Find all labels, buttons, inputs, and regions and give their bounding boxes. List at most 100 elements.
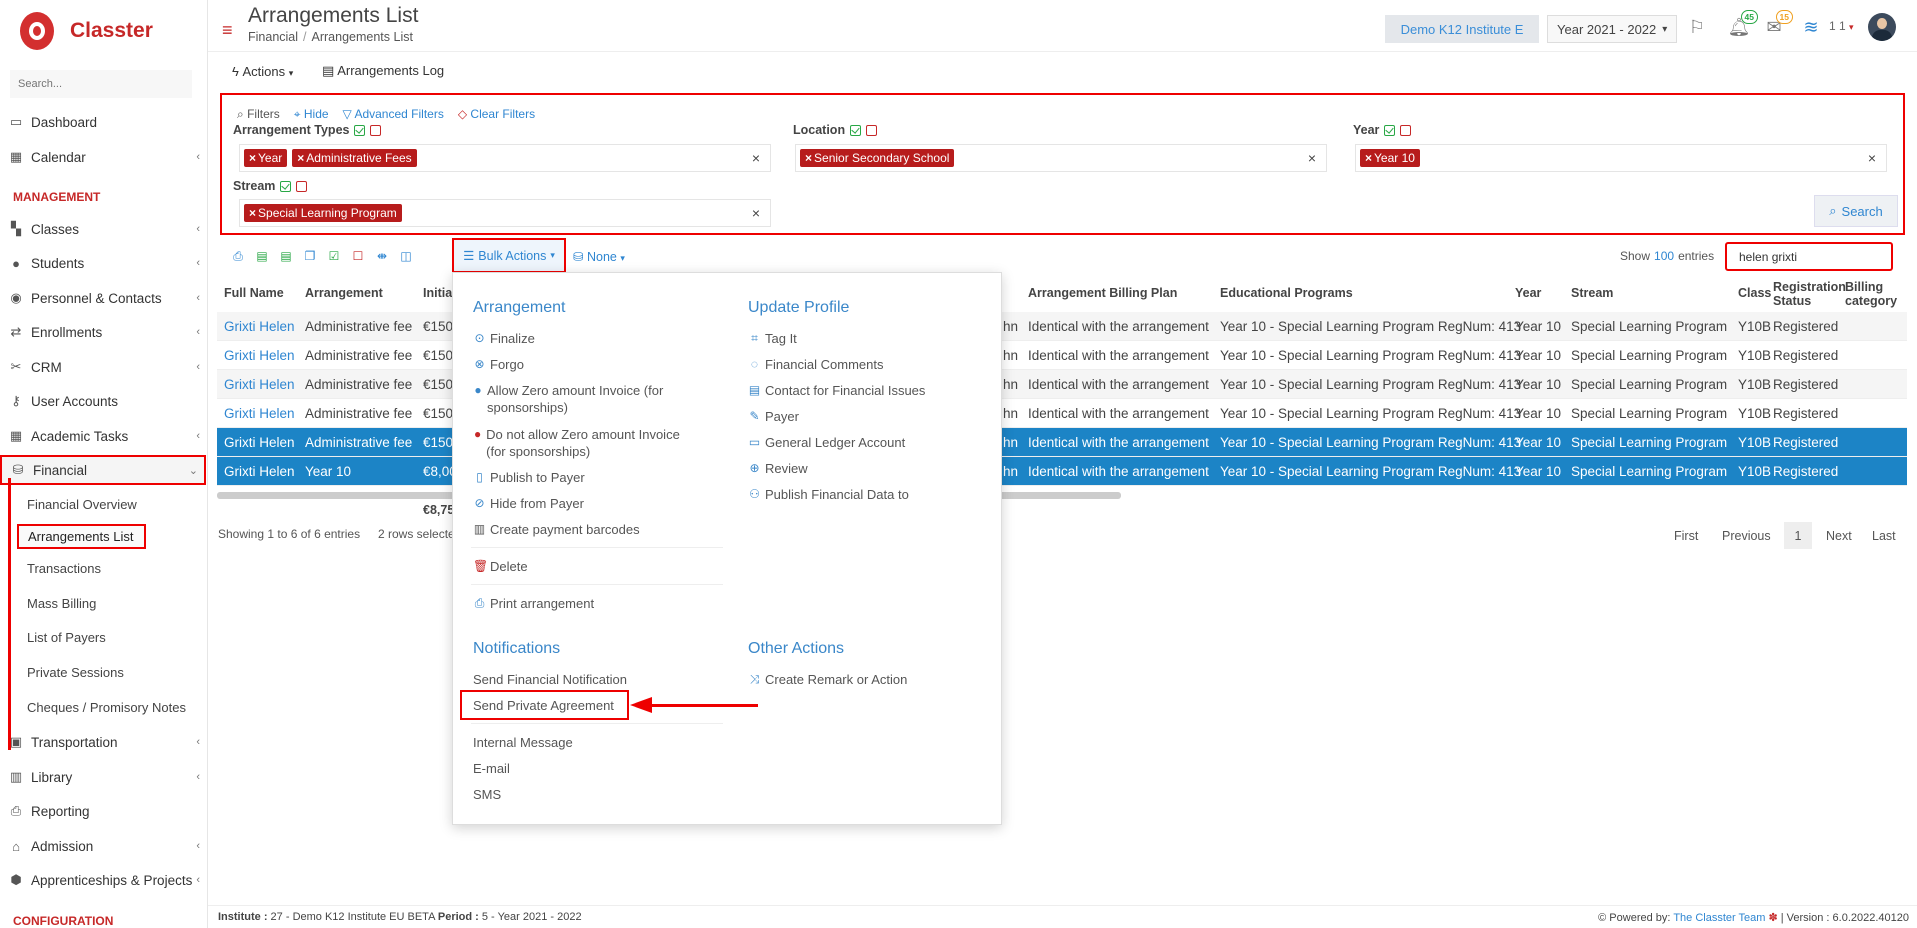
- sidebar-item-reporting[interactable]: ⎙ Reporting: [0, 796, 206, 826]
- dd-disallow-zero-invoice[interactable]: ● Do not allow Zero amount Invoice (for s…: [473, 426, 698, 460]
- col-billing-category[interactable]: Billing category: [1845, 280, 1897, 308]
- sidebar-item-apprenticeships[interactable]: ⬢ Apprenticeships & Projects ‹: [0, 865, 206, 895]
- hamburger-menu-icon[interactable]: ≡: [222, 20, 233, 41]
- flag-icon[interactable]: ⚐: [1686, 16, 1708, 38]
- entries-count-select[interactable]: 100: [1654, 249, 1674, 263]
- select-all-checkbox-icon[interactable]: [1384, 124, 1396, 136]
- hide-filters-button[interactable]: ⌖ Hide: [294, 107, 329, 122]
- cell-name[interactable]: Grixti Helen: [224, 319, 295, 334]
- cell-name[interactable]: Grixti Helen: [224, 464, 295, 479]
- pager-next[interactable]: Next: [1826, 529, 1852, 543]
- clear-icon[interactable]: ×: [1308, 150, 1316, 166]
- table-search-input[interactable]: helen grixti: [1725, 242, 1893, 271]
- avatar[interactable]: [1868, 13, 1896, 41]
- dd-print-arrangement[interactable]: ⎙ Print arrangement: [473, 595, 594, 612]
- deselect-all-checkbox-icon[interactable]: [370, 124, 382, 136]
- stream-input[interactable]: × Special Learning Program ×: [239, 199, 771, 227]
- check-all-icon[interactable]: ☑: [326, 248, 342, 264]
- dd-email[interactable]: E-mail: [473, 760, 510, 777]
- filter-tag[interactable]: × Year: [244, 149, 288, 167]
- col-initial[interactable]: Initia: [423, 286, 452, 300]
- sidebar-item-crm[interactable]: ✂ CRM ‹: [0, 352, 206, 382]
- submenu-mass-billing[interactable]: Mass Billing: [27, 596, 96, 611]
- arrangements-log-button[interactable]: ▤ Arrangements Log: [322, 63, 444, 79]
- year-select[interactable]: Year 2021 - 2022 ▾: [1547, 15, 1677, 43]
- submenu-cheques[interactable]: Cheques / Promisory Notes: [27, 700, 186, 715]
- dd-create-barcodes[interactable]: ▥ Create payment barcodes: [473, 521, 640, 538]
- sidebar-item-calendar[interactable]: ▦ Calendar ‹: [0, 142, 206, 172]
- sidebar-item-dashboard[interactable]: ▭ Dashboard: [0, 107, 206, 137]
- submenu-arrangements-list[interactable]: Arrangements List: [17, 524, 146, 549]
- filter-tag[interactable]: × Special Learning Program: [244, 204, 402, 222]
- sidebar-item-user-accounts[interactable]: ⚷ User Accounts: [0, 386, 206, 416]
- filter-tag[interactable]: × Year 10: [1360, 149, 1420, 167]
- deselect-all-checkbox-icon[interactable]: [296, 180, 308, 192]
- deselect-all-checkbox-icon[interactable]: [866, 124, 878, 136]
- none-dropdown[interactable]: ⛁ None ▾: [573, 249, 625, 264]
- classter-team-link[interactable]: The Classter Team: [1673, 912, 1765, 924]
- clear-icon[interactable]: ×: [752, 150, 760, 166]
- clear-icon[interactable]: ×: [752, 205, 760, 221]
- cell-name[interactable]: Grixti Helen: [224, 348, 295, 363]
- col-arrangement[interactable]: Arrangement: [305, 286, 383, 300]
- filter-tag[interactable]: × Senior Secondary School: [800, 149, 955, 167]
- dd-create-remark[interactable]: ⤨ Create Remark or Action: [748, 671, 908, 688]
- dd-finalize[interactable]: ⊙ Finalize: [473, 330, 534, 347]
- envelope-icon[interactable]: ✉ 15: [1763, 10, 1793, 38]
- sidebar-item-students[interactable]: ● Students ‹: [0, 248, 206, 278]
- dd-send-financial-notification[interactable]: Send Financial Notification: [473, 671, 627, 688]
- uncheck-all-icon[interactable]: ☐: [350, 248, 366, 264]
- pager-last[interactable]: Last: [1872, 529, 1896, 543]
- collapse-icon[interactable]: ⇼: [374, 248, 390, 264]
- dd-internal-message[interactable]: Internal Message: [473, 734, 573, 751]
- col-registration-status[interactable]: Registration Status: [1773, 280, 1846, 308]
- dd-review[interactable]: ⊕ Review: [748, 460, 807, 477]
- actions-menu[interactable]: ϟ Actions ▾: [232, 64, 293, 79]
- select-all-checkbox-icon[interactable]: [280, 180, 292, 192]
- sidebar-item-admission[interactable]: ⌂ Admission ‹: [0, 831, 206, 861]
- sidebar-item-academic-tasks[interactable]: ▦ Academic Tasks ‹: [0, 421, 206, 451]
- sidebar-item-personnel[interactable]: ◉ Personnel & Contacts ‹: [0, 283, 206, 313]
- deselect-all-checkbox-icon[interactable]: [1400, 124, 1412, 136]
- sidebar-item-transportation[interactable]: ▣ Transportation ‹: [0, 727, 206, 757]
- institute-button[interactable]: Demo K12 Institute E: [1385, 15, 1539, 43]
- copy-icon[interactable]: ❐: [302, 248, 318, 264]
- sidebar-item-enrollments[interactable]: ⇄ Enrollments ‹: [0, 317, 206, 347]
- dd-financial-comments[interactable]: ◌ Financial Comments: [748, 356, 884, 373]
- breadcrumb-financial[interactable]: Financial: [248, 30, 298, 44]
- advanced-filters-button[interactable]: ▽ Advanced Filters: [343, 107, 444, 122]
- dd-forgo[interactable]: ⊗ Forgo: [473, 356, 524, 373]
- dd-general-ledger[interactable]: ▭ General Ledger Account: [748, 434, 905, 451]
- dd-hide-from-payer[interactable]: ⊘ Hide from Payer: [473, 495, 583, 512]
- dd-payer[interactable]: ✎ Payer: [748, 408, 799, 425]
- clear-icon[interactable]: ×: [1868, 150, 1876, 166]
- sidebar-search-input[interactable]: [10, 70, 192, 98]
- sidebar-item-classes[interactable]: ▚ Classes ‹: [0, 214, 206, 244]
- pager-previous[interactable]: Previous: [1722, 529, 1771, 543]
- dd-allow-zero-invoice[interactable]: ● Allow Zero amount Invoice (for sponsors…: [473, 382, 688, 416]
- filter-tag[interactable]: × Administrative Fees: [292, 149, 417, 167]
- cell-name[interactable]: Grixti Helen: [224, 377, 295, 392]
- col-educational-programs[interactable]: Educational Programs: [1220, 286, 1353, 300]
- print-icon[interactable]: ⎙: [230, 248, 246, 264]
- col-year[interactable]: Year: [1515, 286, 1541, 300]
- submenu-list-of-payers[interactable]: List of Payers: [27, 630, 106, 645]
- submenu-private-sessions[interactable]: Private Sessions: [27, 665, 124, 680]
- dd-tag-it[interactable]: ⌗ Tag It: [748, 330, 797, 347]
- logo[interactable]: Classter: [18, 8, 153, 54]
- cell-name[interactable]: Grixti Helen: [224, 406, 295, 421]
- col-full-name[interactable]: Full Name: [224, 286, 284, 300]
- dd-contact-financial[interactable]: ▤ Contact for Financial Issues: [748, 382, 926, 399]
- arrangement-types-input[interactable]: × Year × Administrative Fees ×: [239, 144, 771, 172]
- bulk-actions-button[interactable]: ☰ Bulk Actions ▾: [452, 238, 566, 273]
- dd-publish-financial-data[interactable]: ⚇ Publish Financial Data to: [748, 486, 909, 503]
- bell-icon[interactable]: 🔔︎ 45: [1728, 10, 1758, 38]
- dd-sms[interactable]: SMS: [473, 786, 501, 803]
- col-billing-plan[interactable]: Arrangement Billing Plan: [1028, 286, 1177, 300]
- clear-filters-button[interactable]: ◇ Clear Filters: [458, 107, 535, 122]
- cell-name[interactable]: Grixti Helen: [224, 435, 295, 450]
- dd-delete[interactable]: 🗑︎ Delete: [473, 558, 528, 575]
- sidebar-item-library[interactable]: ▥ Library ‹: [0, 762, 206, 792]
- pager-first[interactable]: First: [1674, 529, 1698, 543]
- layers-icon[interactable]: ≋: [1800, 16, 1822, 38]
